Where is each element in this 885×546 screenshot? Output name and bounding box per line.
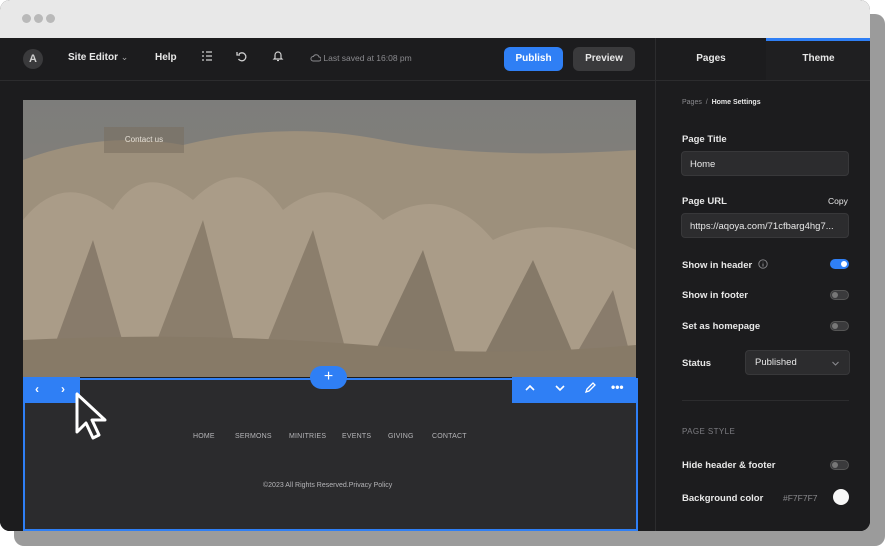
page-url-label: Page URL — [682, 196, 727, 207]
show-in-footer-toggle[interactable] — [830, 290, 849, 300]
footer-nav-giving[interactable]: GIVING — [388, 433, 414, 440]
mouse-pointer-icon — [75, 392, 107, 440]
chevron-down-icon — [832, 361, 839, 366]
footer-nav-home[interactable]: HOME — [193, 433, 215, 440]
hero-section[interactable]: Contact us — [23, 100, 636, 377]
tab-pages[interactable]: Pages — [656, 38, 766, 80]
editor-canvas: Contact us ‹ › ••• + HOME SERMONS MINITR… — [0, 81, 655, 531]
site-editor-menu[interactable]: Site Editor ⌄ — [68, 52, 128, 63]
tab-theme[interactable]: Theme — [766, 38, 870, 80]
set-homepage-label: Set as homepage — [682, 321, 761, 332]
breadcrumb-current: Home Settings — [711, 99, 761, 106]
status-label: Status — [682, 358, 712, 369]
footer-nav-ministries[interactable]: MINITRIES — [289, 433, 326, 440]
site-editor-label: Site Editor — [68, 52, 119, 63]
browser-window: A Site Editor ⌄ Help Last saved at 16:08… — [0, 0, 870, 531]
background-color-hex: #F7F7F7 — [783, 493, 818, 503]
section-action-controls: ••• — [512, 377, 636, 403]
settings-panel: Pages Theme Pages / Home Settings Page T… — [655, 38, 870, 531]
window-dot-minimize[interactable] — [34, 14, 43, 23]
show-in-header-toggle[interactable] — [830, 259, 849, 269]
more-options-icon[interactable]: ••• — [611, 380, 624, 394]
window-dot-maximize[interactable] — [46, 14, 55, 23]
show-in-header-text: Show in header — [682, 260, 753, 271]
help-menu[interactable]: Help — [155, 52, 177, 63]
move-up-icon[interactable] — [524, 382, 536, 397]
save-status: Last saved at 16:08 pm — [310, 53, 412, 63]
background-color-swatch[interactable] — [833, 489, 849, 505]
copy-url-button[interactable]: Copy — [828, 196, 848, 206]
top-toolbar: A Site Editor ⌄ Help Last saved at 16:08… — [0, 38, 655, 81]
contact-us-button[interactable]: Contact us — [104, 127, 184, 153]
section-divider — [682, 400, 849, 401]
undo-icon[interactable] — [236, 50, 248, 65]
set-homepage-toggle[interactable] — [830, 321, 849, 331]
chevron-left-icon[interactable]: ‹ — [35, 382, 39, 396]
window-dot-close[interactable] — [22, 14, 31, 23]
add-section-button[interactable]: + — [310, 366, 347, 389]
bell-icon[interactable] — [272, 50, 284, 65]
status-value: Published — [755, 357, 797, 368]
breadcrumb: Pages / Home Settings — [682, 99, 761, 106]
title-bar — [0, 0, 870, 38]
section-nav-controls: ‹ › — [23, 377, 80, 403]
show-in-header-label: Show in header — [682, 259, 768, 271]
preview-button[interactable]: Preview — [573, 47, 635, 71]
app-logo[interactable]: A — [23, 49, 43, 69]
footer-nav-contact[interactable]: CONTACT — [432, 433, 467, 440]
show-in-footer-label: Show in footer — [682, 290, 748, 301]
info-icon[interactable] — [758, 259, 768, 269]
background-color-label: Background color — [682, 493, 764, 504]
active-tab-indicator — [766, 38, 870, 41]
cloud-icon — [310, 54, 322, 62]
save-status-text: Last saved at 16:08 pm — [323, 53, 412, 63]
page-url-input[interactable]: https://aqoya.com/71cfbarg4hg7... — [681, 213, 849, 238]
page-style-heading: PAGE STYLE — [682, 427, 736, 436]
chevron-down-icon: ⌄ — [120, 52, 129, 62]
publish-button[interactable]: Publish — [504, 47, 563, 71]
hide-header-footer-label: Hide header & footer — [682, 460, 776, 471]
breadcrumb-pages[interactable]: Pages — [682, 99, 702, 106]
status-select[interactable]: Published — [745, 350, 850, 375]
move-down-icon[interactable] — [554, 382, 566, 397]
footer-copyright: ©2023 All Rights Reserved.Privacy Policy — [263, 482, 393, 489]
site-editor-app: A Site Editor ⌄ Help Last saved at 16:08… — [0, 38, 870, 531]
breadcrumb-separator: / — [705, 99, 708, 106]
footer-nav-sermons[interactable]: SERMONS — [235, 433, 272, 440]
hide-header-footer-toggle[interactable] — [830, 460, 849, 470]
footer-nav-events[interactable]: EVENTS — [342, 433, 371, 440]
tabs-divider — [656, 80, 870, 81]
pencil-icon[interactable] — [584, 382, 596, 397]
page-title-input[interactable]: Home — [681, 151, 849, 176]
page-title-label: Page Title — [682, 134, 727, 145]
checklist-icon[interactable] — [201, 50, 213, 65]
chevron-right-icon[interactable]: › — [61, 382, 65, 396]
